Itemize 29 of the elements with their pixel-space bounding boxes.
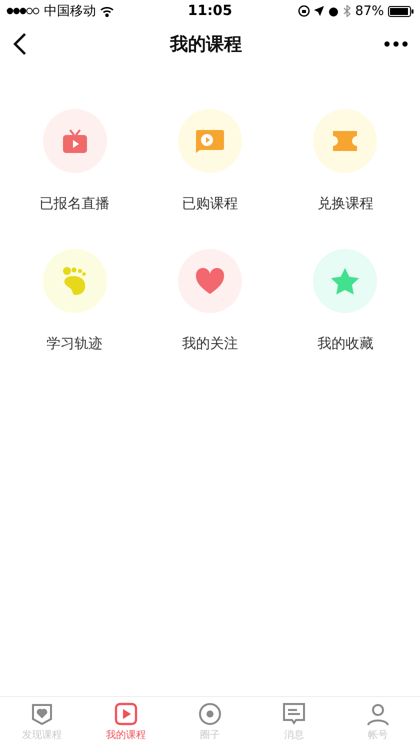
play-icon: [114, 702, 138, 726]
more-button[interactable]: [384, 41, 408, 47]
menu-item[interactable]: 我的收藏: [278, 249, 413, 353]
lock-rotation-icon: [298, 5, 310, 17]
menu-item[interactable]: 学习轨迹: [7, 249, 142, 353]
tab[interactable]: 我的课程: [84, 697, 168, 747]
battery-percent: 87%: [355, 4, 384, 18]
bluetooth-icon: [343, 5, 352, 17]
carrier-name: 中国移动: [44, 3, 96, 20]
message-icon: [282, 702, 306, 726]
menu-item[interactable]: 已报名直播: [7, 109, 142, 213]
status-time: 11:05: [188, 3, 232, 19]
heart-icon: [194, 268, 225, 294]
menu-item[interactable]: 已购课程: [142, 109, 278, 213]
signal-icon: [6, 7, 40, 15]
star-icon: [330, 266, 360, 296]
tv-icon: [60, 127, 89, 155]
back-button[interactable]: [12, 32, 28, 56]
heart-shield-icon: [30, 702, 54, 726]
footprint-icon: [62, 266, 88, 296]
video-icon: [194, 128, 225, 154]
wifi-icon: [100, 6, 114, 16]
circle-icon: [198, 702, 222, 726]
user-icon: [366, 702, 390, 726]
menu-item[interactable]: 我的关注: [142, 249, 278, 353]
menu-item[interactable]: 兑换课程: [278, 109, 413, 213]
location-icon: [314, 6, 324, 16]
page-title: 我的课程: [170, 33, 242, 56]
battery-icon: [388, 6, 414, 16]
